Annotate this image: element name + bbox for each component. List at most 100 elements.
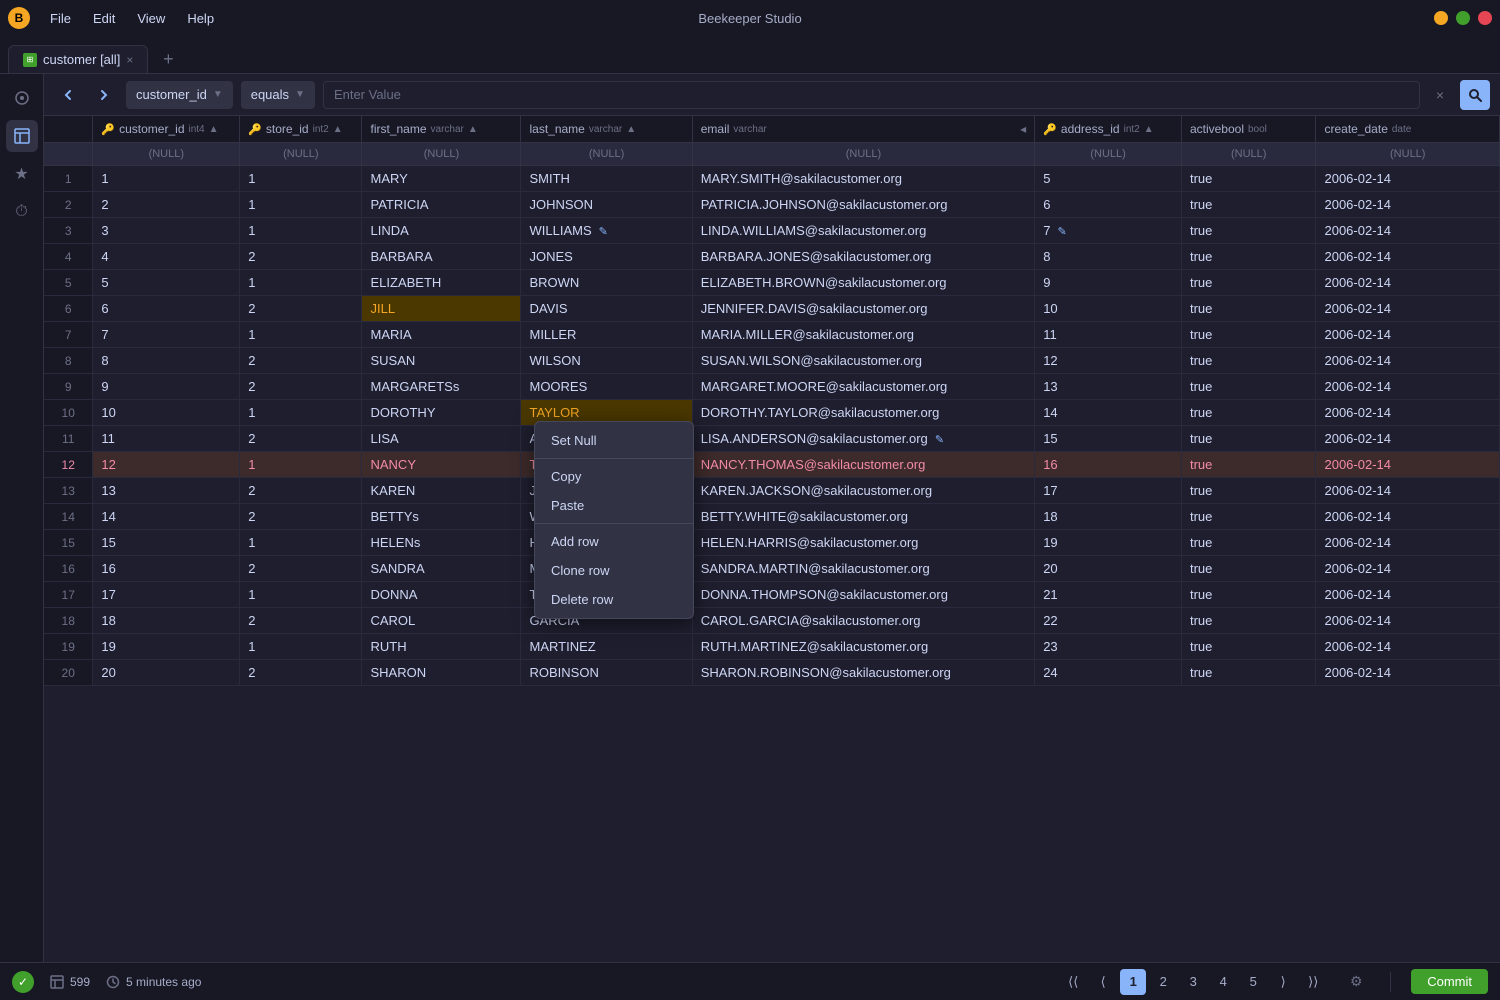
col-header-email[interactable]: email varchar ◂: [692, 116, 1034, 143]
cell-store-id[interactable]: 2: [240, 296, 362, 322]
table-row[interactable]: 17171DONNATHOMPSONDONNA.THOMPSON@sakilac…: [44, 582, 1500, 608]
cell-address-id[interactable]: 5: [1035, 166, 1182, 192]
cell-email[interactable]: MARIA.MILLER@sakilacustomer.org: [692, 322, 1034, 348]
context-menu-add-row[interactable]: Add row: [535, 527, 693, 556]
col-sort-address-id[interactable]: ▲: [1144, 124, 1154, 135]
col-header-first-name[interactable]: first_name varchar ▲: [362, 116, 521, 143]
cell-address-id[interactable]: 14: [1035, 400, 1182, 426]
menu-file[interactable]: File: [40, 8, 81, 29]
cell-customer-id[interactable]: 8: [93, 348, 240, 374]
cell-create-date[interactable]: 2006-02-14: [1316, 296, 1500, 322]
menu-view[interactable]: View: [127, 8, 175, 29]
cell-email[interactable]: SHARON.ROBINSON@sakilacustomer.org: [692, 660, 1034, 686]
row-number[interactable]: 14: [44, 504, 93, 530]
cell-email[interactable]: DONNA.THOMPSON@sakilacustomer.org: [692, 582, 1034, 608]
cell-last-name[interactable]: JOHNSON: [521, 192, 692, 218]
table-row[interactable]: 221PATRICIAJOHNSONPATRICIA.JOHNSON@sakil…: [44, 192, 1500, 218]
sidebar-star-icon[interactable]: ★: [6, 158, 38, 190]
cell-email[interactable]: RUTH.MARTINEZ@sakilacustomer.org: [692, 634, 1034, 660]
cell-customer-id[interactable]: 6: [93, 296, 240, 322]
cell-customer-id[interactable]: 16: [93, 556, 240, 582]
row-number[interactable]: 10: [44, 400, 93, 426]
col-sort-last-name[interactable]: ▲: [626, 124, 636, 135]
cell-email[interactable]: SANDRA.MARTIN@sakilacustomer.org: [692, 556, 1034, 582]
cell-activebool[interactable]: true: [1181, 192, 1316, 218]
context-menu-set-null[interactable]: Set Null: [535, 426, 693, 455]
page-3-button[interactable]: 3: [1180, 969, 1206, 995]
cell-email[interactable]: CAROL.GARCIA@sakilacustomer.org: [692, 608, 1034, 634]
cell-activebool[interactable]: true: [1181, 556, 1316, 582]
cell-customer-id[interactable]: 1: [93, 166, 240, 192]
cell-store-id[interactable]: 1: [240, 530, 362, 556]
row-number[interactable]: 16: [44, 556, 93, 582]
cell-store-id[interactable]: 2: [240, 608, 362, 634]
row-number[interactable]: 15: [44, 530, 93, 556]
cell-store-id[interactable]: 1: [240, 166, 362, 192]
cell-activebool[interactable]: true: [1181, 322, 1316, 348]
cell-create-date[interactable]: 2006-02-14: [1316, 556, 1500, 582]
cell-first-name[interactable]: SUSAN: [362, 348, 521, 374]
cell-create-date[interactable]: 2006-02-14: [1316, 192, 1500, 218]
cell-customer-id[interactable]: 7: [93, 322, 240, 348]
col-header-customer-id[interactable]: 🔑 customer_id int4 ▲: [93, 116, 240, 143]
sidebar-history-icon[interactable]: ⏱: [6, 196, 38, 228]
cell-first-name[interactable]: LINDA: [362, 218, 521, 244]
cell-address-id[interactable]: 20: [1035, 556, 1182, 582]
cell-first-name[interactable]: MARGARETSs: [362, 374, 521, 400]
cell-first-name[interactable]: DOROTHY: [362, 400, 521, 426]
filter-search-button[interactable]: [1460, 80, 1490, 110]
table-row[interactable]: 15151HELENsHARRISHELEN.HARRIS@sakilacust…: [44, 530, 1500, 556]
cell-store-id[interactable]: 1: [240, 634, 362, 660]
cell-store-id[interactable]: 2: [240, 374, 362, 400]
sidebar-connections-icon[interactable]: [6, 82, 38, 114]
cell-address-id[interactable]: 17: [1035, 478, 1182, 504]
cell-customer-id[interactable]: 5: [93, 270, 240, 296]
table-row[interactable]: 551ELIZABETHBROWNELIZABETH.BROWN@sakilac…: [44, 270, 1500, 296]
cell-email[interactable]: BETTY.WHITE@sakilacustomer.org: [692, 504, 1034, 530]
cell-first-name[interactable]: BARBARA: [362, 244, 521, 270]
cell-email[interactable]: NANCY.THOMAS@sakilacustomer.org: [692, 452, 1034, 478]
cell-last-name[interactable]: SMITH: [521, 166, 692, 192]
col-header-create-date[interactable]: create_date date: [1316, 116, 1500, 143]
page-1-button[interactable]: 1: [1120, 969, 1146, 995]
cell-activebool[interactable]: true: [1181, 504, 1316, 530]
cell-first-name[interactable]: SANDRA: [362, 556, 521, 582]
cell-activebool[interactable]: true: [1181, 634, 1316, 660]
table-row[interactable]: 11112LISAANDERSON ✎LISA.ANDERSON@sakilac…: [44, 426, 1500, 452]
cell-last-name[interactable]: MARTINEZ: [521, 634, 692, 660]
row-number[interactable]: 18: [44, 608, 93, 634]
cell-create-date[interactable]: 2006-02-14: [1316, 244, 1500, 270]
cell-last-name[interactable]: MOORES: [521, 374, 692, 400]
cell-address-id[interactable]: 22: [1035, 608, 1182, 634]
cell-activebool[interactable]: true: [1181, 270, 1316, 296]
cell-create-date[interactable]: 2006-02-14: [1316, 582, 1500, 608]
row-number[interactable]: 5: [44, 270, 93, 296]
cell-address-id[interactable]: 7 ✎: [1035, 218, 1182, 244]
cell-address-id[interactable]: 15: [1035, 426, 1182, 452]
cell-create-date[interactable]: 2006-02-14: [1316, 634, 1500, 660]
table-row[interactable]: 12121NANCYTHOMASsdfsdNANCY.THOMAS@sakila…: [44, 452, 1500, 478]
row-number[interactable]: 6: [44, 296, 93, 322]
cell-customer-id[interactable]: 10: [93, 400, 240, 426]
cell-email[interactable]: BARBARA.JONES@sakilacustomer.org: [692, 244, 1034, 270]
row-number[interactable]: 17: [44, 582, 93, 608]
cell-create-date[interactable]: 2006-02-14: [1316, 348, 1500, 374]
cell-store-id[interactable]: 1: [240, 582, 362, 608]
minimize-button[interactable]: −: [1434, 11, 1448, 25]
cell-email[interactable]: LISA.ANDERSON@sakilacustomer.org ✎: [692, 426, 1034, 452]
table-row[interactable]: 331LINDAWILLIAMS ✎LINDA.WILLIAMS@sakilac…: [44, 218, 1500, 244]
context-menu-delete-row[interactable]: Delete row: [535, 585, 693, 614]
cell-create-date[interactable]: 2006-02-14: [1316, 478, 1500, 504]
cell-customer-id[interactable]: 11: [93, 426, 240, 452]
table-row[interactable]: 662JILLDAVISJENNIFER.DAVIS@sakilacustome…: [44, 296, 1500, 322]
cell-first-name[interactable]: CAROL: [362, 608, 521, 634]
cell-create-date[interactable]: 2006-02-14: [1316, 608, 1500, 634]
table-row[interactable]: 13132KARENJACKSONsKAREN.JACKSON@sakilacu…: [44, 478, 1500, 504]
row-number[interactable]: 19: [44, 634, 93, 660]
cell-first-name[interactable]: NANCY: [362, 452, 521, 478]
page-first-button[interactable]: ⟨⟨: [1060, 969, 1086, 995]
row-number[interactable]: 7: [44, 322, 93, 348]
cell-address-id[interactable]: 6: [1035, 192, 1182, 218]
cell-address-id[interactable]: 12: [1035, 348, 1182, 374]
cell-address-id[interactable]: 13: [1035, 374, 1182, 400]
